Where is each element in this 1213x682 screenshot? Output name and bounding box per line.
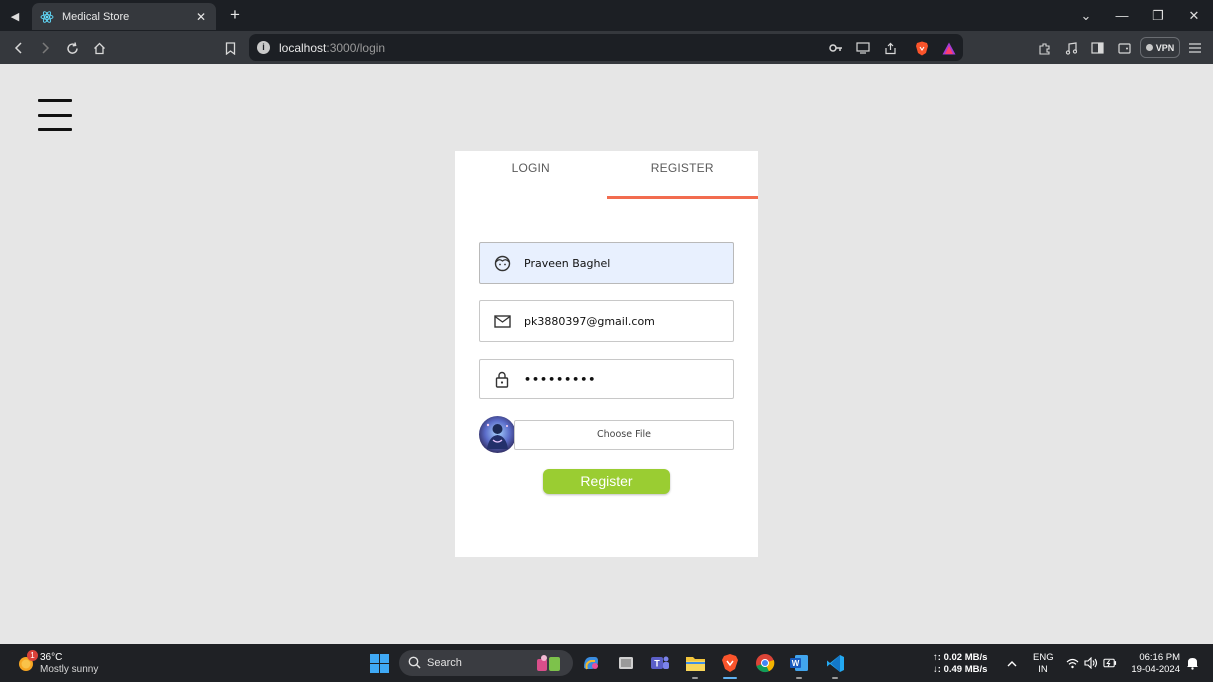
search-icon [408,656,421,669]
password-input[interactable] [524,360,733,398]
network-download-speed: ↓: 0.49 MB/s [933,664,988,675]
wallet-icon[interactable] [1115,39,1133,57]
chrome-app-icon[interactable] [754,652,776,674]
email-input[interactable] [524,301,733,341]
restore-button[interactable]: ❐ [1148,6,1168,26]
tab-search-chevron-icon[interactable]: ⌄ [1076,6,1096,26]
choose-file-button[interactable]: Choose File [514,420,734,450]
site-info-icon[interactable]: i [257,41,270,54]
tab-title: Medical Store [62,10,130,23]
start-button[interactable] [368,652,390,674]
react-favicon-icon [40,10,54,23]
clock-date[interactable]: 19-04-2024 [1118,664,1180,675]
weather-notification-badge: 1 [27,650,38,661]
clock-time[interactable]: 06:16 PM [1118,652,1180,663]
net-down-value: 0.49 MB/s [943,664,988,675]
volume-icon[interactable] [1084,656,1098,670]
language-line-1[interactable]: ENG [1033,652,1054,663]
vpn-label: VPN [1155,42,1175,53]
auth-tabs: LOGIN REGISTER [455,151,758,200]
explorer-running-indicator [692,677,698,679]
taskbar-search[interactable]: Search [399,650,573,676]
hamburger-bar [38,128,72,131]
back-arrow-icon [14,42,22,54]
brave-running-indicator [723,677,737,679]
url-host: localhost [279,41,327,55]
network-upload-speed: ↑: 0.02 MB/s [933,652,988,663]
home-icon [93,42,105,54]
address-bar[interactable]: i localhost:3000/login [249,34,963,61]
back-button[interactable] [10,39,28,57]
search-highlight-icon [537,655,560,671]
forward-button[interactable] [36,39,54,57]
password-key-icon[interactable] [827,39,845,57]
avatar-image [479,416,516,453]
browser-menu-icon[interactable] [1186,39,1204,57]
reload-button[interactable] [63,39,81,57]
notifications-bell-icon[interactable] [1185,656,1199,670]
vscode-running-indicator [832,677,838,679]
language-line-2[interactable]: IN [1033,664,1053,675]
password-field[interactable] [479,359,734,399]
extensions-icon[interactable] [1035,39,1053,57]
task-view-app-icon[interactable] [615,652,637,674]
word-app-icon[interactable]: W [788,652,810,674]
brave-shields-icon[interactable] [913,39,931,57]
sidebar-toggle-icon[interactable] [1088,39,1106,57]
vscode-app-icon[interactable] [824,652,846,674]
avatar-preview [479,416,516,453]
bookmark-icon [225,41,235,55]
svg-text:W: W [792,659,800,668]
tab-register[interactable]: REGISTER [607,151,759,197]
close-window-button[interactable]: ✕ [1184,6,1204,26]
forward-arrow-icon [42,42,50,54]
auth-card: LOGIN REGISTER Praveen Baghel pk3880397@… [455,151,758,557]
bookmark-button[interactable] [221,39,239,57]
tab-audio-icon[interactable]: ◀︎ [6,7,24,25]
name-field[interactable] [479,242,734,284]
browser-tab-medical-store[interactable]: Medical Store ✕ [32,3,216,30]
reload-icon [66,41,78,54]
new-tab-button[interactable]: + [226,5,244,25]
share-icon[interactable] [881,39,899,57]
cast-icon[interactable] [854,39,872,57]
minimize-button[interactable]: — [1112,6,1132,26]
windows-logo-icon [369,653,389,673]
windows-taskbar: 1 36°C Mostly sunny Search T W ↑: 0.02 M… [0,644,1213,682]
url-path: :3000/login [326,41,386,55]
email-field[interactable] [479,300,734,342]
search-label: Search [427,657,462,669]
address-url[interactable]: localhost:3000/login [279,41,385,55]
weather-condition[interactable]: Mostly sunny [40,664,98,675]
hamburger-bar [38,113,72,117]
active-tab-indicator [606,196,758,199]
hamburger-bar [38,99,72,102]
mail-icon [480,301,524,341]
vpn-button[interactable]: VPN [1140,37,1180,58]
face-icon [480,243,524,283]
vpn-status-icon [1145,44,1153,51]
teams-app-icon[interactable]: T [649,652,671,674]
brave-rewards-icon[interactable] [940,39,958,57]
battery-icon[interactable] [1103,656,1117,670]
browser-toolbar: i localhost:3000/login VPN [0,31,1213,64]
tab-close-icon[interactable]: ✕ [194,10,208,24]
lock-icon [480,360,524,398]
wifi-icon[interactable] [1065,656,1079,670]
browser-tabstrip: ◀︎ Medical Store ✕ + ⌄ — ❐ ✕ [0,0,1213,31]
media-music-icon[interactable] [1062,39,1080,57]
svg-text:T: T [654,659,660,669]
weather-temperature[interactable]: 36°C [40,652,62,663]
net-up-value: 0.02 MB/s [943,652,988,663]
file-explorer-app-icon[interactable] [684,652,706,674]
brave-app-icon[interactable] [719,652,741,674]
show-hidden-icons-chevron-icon[interactable] [1005,656,1019,670]
register-button[interactable]: Register [543,469,670,494]
hamburger-menu-icon[interactable] [38,99,72,131]
tab-login[interactable]: LOGIN [455,151,607,197]
copilot-app-icon[interactable] [580,652,602,674]
home-button[interactable] [90,39,108,57]
word-running-indicator [796,677,802,679]
name-input[interactable] [524,243,733,283]
